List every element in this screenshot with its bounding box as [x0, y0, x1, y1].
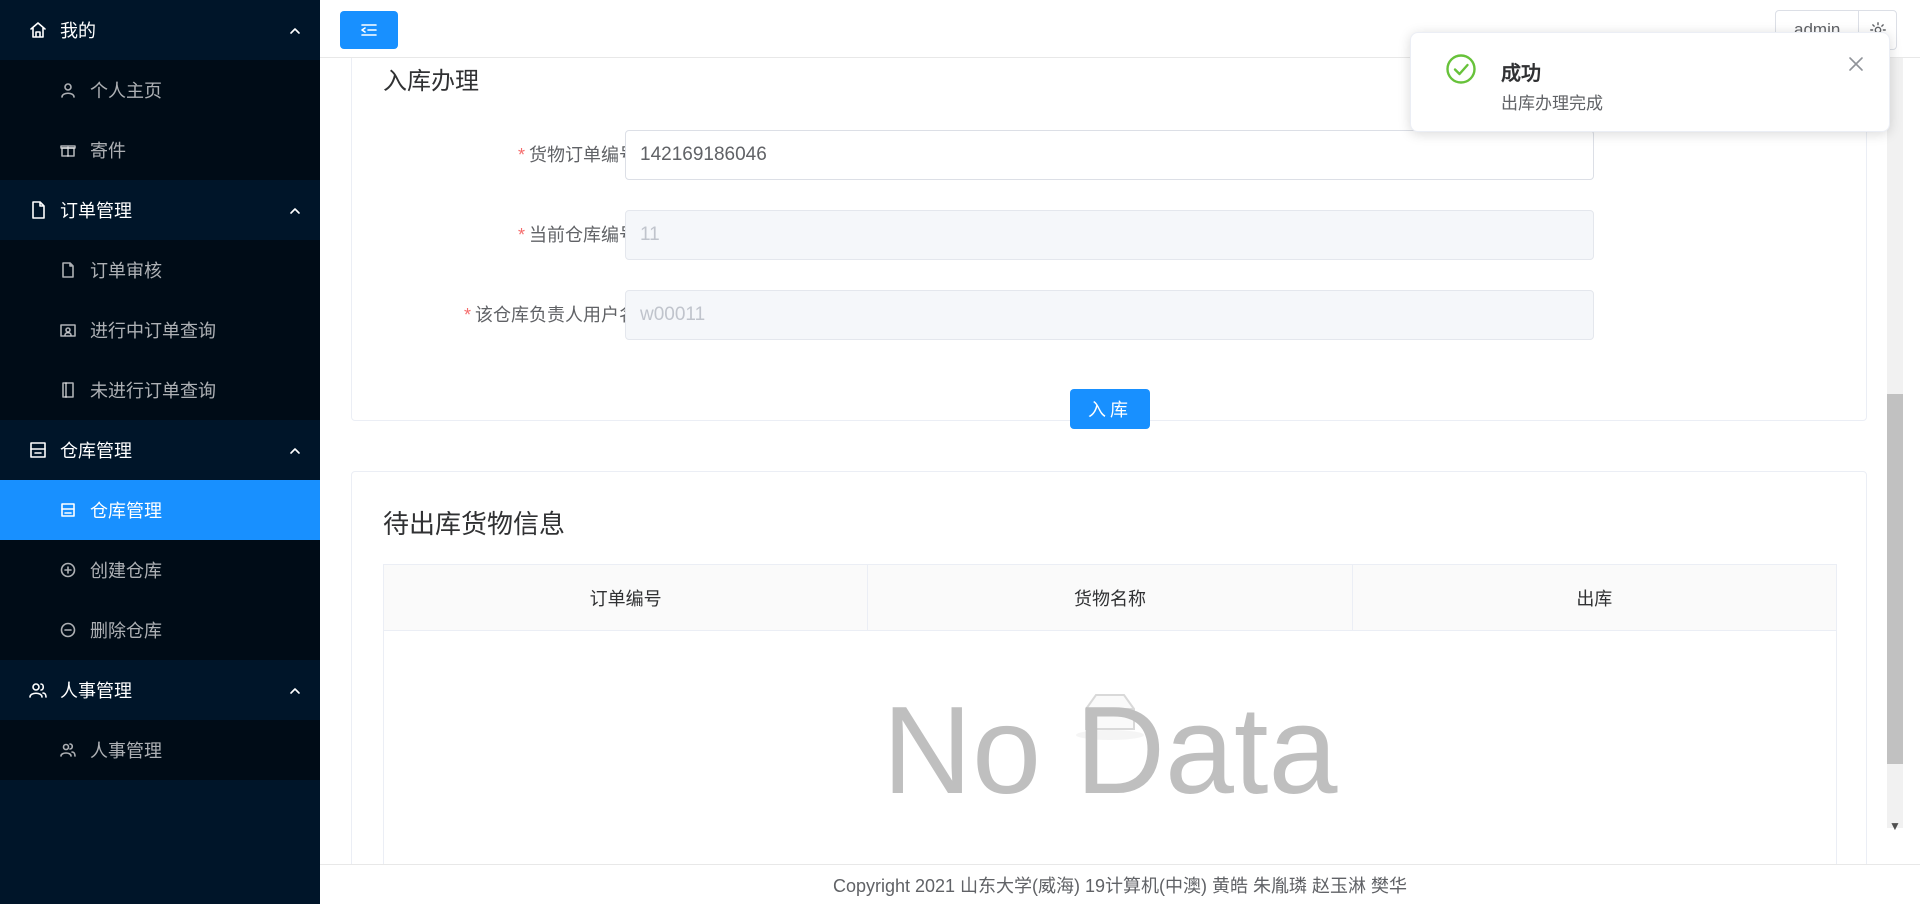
manager-username-label: *该仓库负责人用户名:: [464, 290, 642, 340]
column-header-outbound: 出库: [1576, 588, 1613, 609]
menu-group-personnel[interactable]: 人事管理: [0, 660, 320, 720]
table-header: 订单编号 货物名称 出库: [384, 565, 1836, 631]
form-row-warehouse-id: *当前仓库编号: 11: [352, 210, 1652, 262]
inbound-submit-button[interactable]: 入库: [1070, 389, 1150, 429]
success-notification: 成功 出库办理完成: [1410, 32, 1890, 132]
empty-text: No Data: [882, 682, 1338, 820]
chevron-up-icon: [288, 202, 302, 216]
footer: Copyright 2021 山东大学(威海) 19计算机(中澳) 黄皓 朱胤璘…: [320, 864, 1920, 904]
menu-group-label: 仓库管理: [60, 441, 132, 461]
column-header-order-number: 订单编号: [384, 565, 869, 630]
sidebar-item-label: 创建仓库: [90, 561, 162, 581]
sidebar-item-personnel-manage[interactable]: 人事管理: [0, 720, 320, 780]
gift-icon: [60, 142, 76, 158]
inbound-card-title: 入库办理: [383, 68, 479, 95]
sidebar-item-label: 删除仓库: [90, 621, 162, 641]
sidebar-item-label: 进行中订单查询: [90, 321, 216, 341]
menu-group-label: 订单管理: [60, 201, 132, 221]
menu-group-label: 我的: [60, 21, 96, 41]
scroll-thumb[interactable]: [1887, 394, 1903, 764]
scroll-down-arrow-icon[interactable]: ▼: [1887, 818, 1903, 834]
form-label-text: 该仓库负责人用户名: [474, 305, 637, 325]
notification-message: 出库办理完成: [1501, 94, 1603, 113]
sidebar-item-warehouse-manage[interactable]: 仓库管理: [0, 480, 320, 540]
circle-minus-icon: [60, 622, 76, 638]
id-card-icon: [60, 322, 76, 338]
manager-username-input: w00011: [625, 290, 1594, 340]
menu-fold-icon: [360, 21, 378, 39]
chevron-up-icon: [288, 442, 302, 456]
sidebar-item-label: 人事管理: [90, 741, 162, 761]
sidebar-item-pending-orders[interactable]: 未进行订单查询: [0, 360, 320, 420]
required-asterisk: *: [517, 145, 525, 165]
sidebar-item-send[interactable]: 寄件: [0, 120, 320, 180]
warehouse-id-input: 11: [625, 210, 1594, 260]
notebook-icon: [60, 382, 76, 398]
required-asterisk: *: [517, 225, 525, 245]
column-header-goods-name: 货物名称: [868, 565, 1353, 630]
sidebar-item-label: 未进行订单查询: [90, 381, 216, 401]
sidebar-item-label: 寄件: [90, 141, 126, 161]
menu-group-mine[interactable]: 我的: [0, 0, 320, 60]
sidebar-item-delete-warehouse[interactable]: 删除仓库: [0, 600, 320, 660]
main-content: 入库办理 *货物订单编号: 142169186046 *当前仓库编号: 11 *…: [320, 58, 1920, 864]
empty-state: No Data: [384, 631, 1836, 864]
home-icon: [28, 20, 48, 40]
user-icon: [60, 82, 76, 98]
warehouse-icon: [28, 440, 48, 460]
sidebar-item-ongoing-orders[interactable]: 进行中订单查询: [0, 300, 320, 360]
menu-group-warehouse[interactable]: 仓库管理: [0, 420, 320, 480]
sidebar-item-label: 个人主页: [90, 81, 162, 101]
form-label-text: 货物订单编号: [528, 145, 637, 165]
check-circle-icon: [1445, 53, 1477, 85]
chevron-up-icon: [288, 22, 302, 36]
warehouse-icon: [60, 502, 76, 518]
document-icon: [60, 262, 76, 278]
footer-copyright: Copyright 2021 山东大学(威海) 19计算机(中澳) 黄皓 朱胤璘…: [832, 875, 1408, 896]
outbound-table: 订单编号 货物名称 出库 No Data: [383, 564, 1837, 864]
chevron-up-icon: [288, 682, 302, 696]
menu-group-orders[interactable]: 订单管理: [0, 180, 320, 240]
form-row-order-number: *货物订单编号: 142169186046: [352, 130, 1652, 182]
collapse-sidebar-button[interactable]: [340, 11, 398, 49]
notification-title: 成功: [1501, 63, 1541, 85]
outbound-card: 待出库货物信息 订单编号 货物名称 出库 No Data: [351, 471, 1867, 864]
users-icon: [28, 680, 48, 700]
sidebar-item-order-review[interactable]: 订单审核: [0, 240, 320, 300]
users-icon: [60, 742, 76, 758]
outbound-card-title: 待出库货物信息: [383, 509, 566, 539]
order-number-input[interactable]: 142169186046: [625, 130, 1594, 180]
warehouse-id-label: *当前仓库编号:: [518, 210, 642, 260]
form-row-manager-username: *该仓库负责人用户名: w00011: [352, 290, 1652, 342]
menu-group-label: 人事管理: [60, 681, 132, 701]
sidebar: 我的 个人主页 寄件 订单管理 订单审核 进行中订单查询 未进行订单查询 仓库管…: [0, 0, 320, 904]
required-asterisk: *: [463, 305, 471, 325]
sidebar-item-label: 订单审核: [90, 261, 162, 281]
sidebar-item-profile[interactable]: 个人主页: [0, 60, 320, 120]
close-icon[interactable]: [1847, 55, 1865, 73]
main-scrollbar[interactable]: ▼: [1870, 58, 1920, 864]
sidebar-item-label: 仓库管理: [90, 501, 162, 521]
order-number-label: *货物订单编号:: [518, 130, 642, 180]
form-label-text: 当前仓库编号: [528, 225, 637, 245]
sidebar-item-create-warehouse[interactable]: 创建仓库: [0, 540, 320, 600]
document-icon: [28, 200, 48, 220]
circle-plus-icon: [60, 562, 76, 578]
